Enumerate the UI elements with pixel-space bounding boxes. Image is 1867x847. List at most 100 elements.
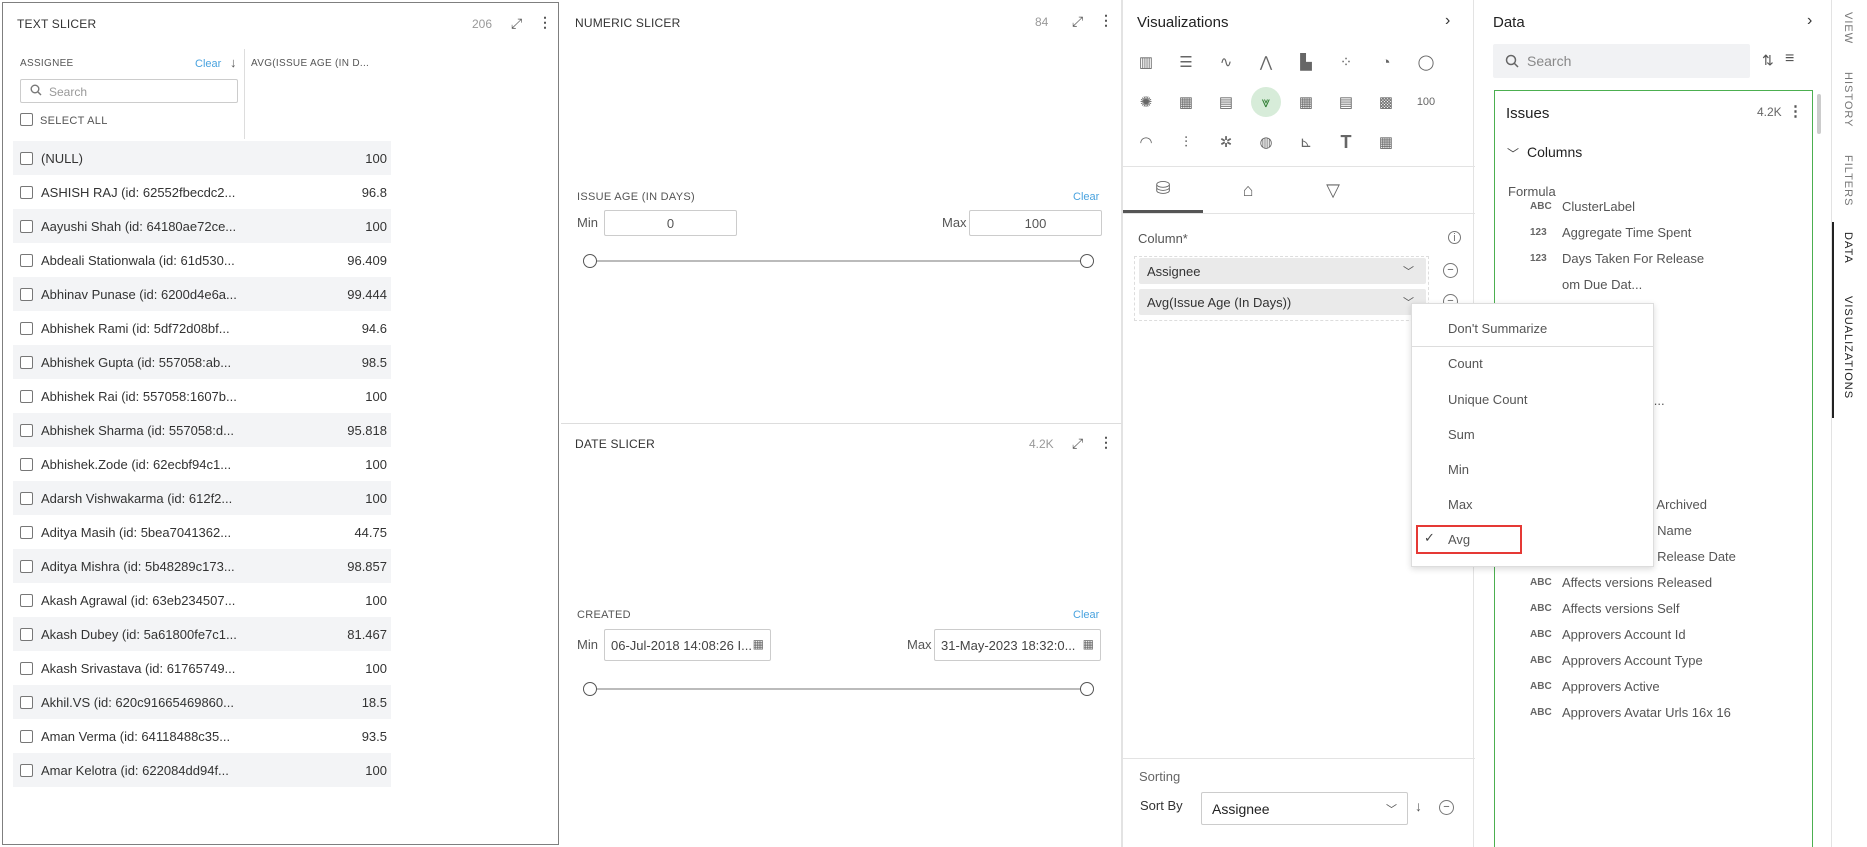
donut-chart-icon[interactable]: ◯: [1411, 47, 1441, 77]
row-checkbox[interactable]: [20, 185, 33, 199]
column-chart-icon[interactable]: ▥: [1131, 47, 1161, 77]
max-value-input[interactable]: 100: [969, 210, 1102, 236]
list-item[interactable]: Aditya Mishra (id: 5b48289c173... 98.857: [13, 549, 391, 583]
tab-view[interactable]: VIEW: [1842, 12, 1854, 44]
collapse-chevron-icon[interactable]: ›: [1445, 12, 1450, 30]
row-checkbox[interactable]: [20, 525, 33, 539]
list-item[interactable]: Akash Agrawal (id: 63eb234507... 100: [13, 583, 391, 617]
list-item[interactable]: Abhinav Punase (id: 6200d4e6a... 99.444: [13, 277, 391, 311]
date-min-input[interactable]: 06-Jul-2018 14:08:26 I... ▦: [604, 629, 771, 661]
tab-visualizations[interactable]: VISUALIZATIONS: [1842, 296, 1854, 399]
list-item[interactable]: Akhil.VS (id: 620c91665469860... 18.5: [13, 685, 391, 719]
scrollbar-thumb[interactable]: [1817, 94, 1821, 134]
matrix-icon[interactable]: ▩: [1371, 87, 1401, 117]
menu-item-count[interactable]: Count: [1412, 348, 1653, 378]
tab-data[interactable]: DATA: [1842, 232, 1854, 264]
row-checkbox[interactable]: [20, 729, 33, 743]
columns-section-label[interactable]: Columns: [1527, 144, 1582, 160]
radar-chart-icon[interactable]: ✺: [1131, 87, 1161, 117]
collapse-chevron-icon[interactable]: ›: [1807, 12, 1812, 30]
list-item[interactable]: Aditya Masih (id: 5bea7041362... 44.75: [13, 515, 391, 549]
row-checkbox[interactable]: [20, 763, 33, 777]
area-chart-icon[interactable]: ⋀: [1251, 47, 1281, 77]
field-item[interactable]: ABC Approvers Avatar Urls 16x 16: [1530, 697, 1731, 727]
sort-down-icon[interactable]: ↓: [230, 55, 237, 70]
list-item[interactable]: Abhishek.Zode (id: 62ecbf94c1... 100: [13, 447, 391, 481]
row-checkbox[interactable]: [20, 627, 33, 641]
row-checkbox[interactable]: [20, 423, 33, 437]
list-item[interactable]: Abdeali Stationwala (id: 61d530... 96.409: [13, 243, 391, 277]
row-checkbox[interactable]: [20, 321, 33, 335]
data-search-input[interactable]: Search: [1493, 44, 1750, 78]
pie-chart-icon[interactable]: ◔: [1371, 47, 1401, 77]
list-item[interactable]: ASHISH RAJ (id: 62552fbecdc2... 96.8: [13, 175, 391, 209]
menu-item-sum[interactable]: Sum: [1412, 419, 1653, 449]
calendar-icon[interactable]: ▦: [1083, 637, 1094, 651]
row-checkbox[interactable]: [20, 151, 33, 165]
network-icon[interactable]: ✲: [1211, 127, 1241, 157]
remove-column-icon[interactable]: −: [1443, 263, 1458, 278]
menu-item-max[interactable]: Max: [1412, 489, 1653, 519]
number-kpi-icon[interactable]: 100: [1411, 87, 1441, 117]
row-checkbox[interactable]: [20, 355, 33, 369]
slicer-icon[interactable]: ⩔: [1251, 87, 1281, 117]
calendar-icon[interactable]: ▦: [1371, 127, 1401, 157]
chevron-down-icon[interactable]: ﹀: [1403, 263, 1414, 279]
list-item[interactable]: Adarsh Vishwakarma (id: 612f2... 100: [13, 481, 391, 515]
date-max-input[interactable]: 31-May-2023 18:32:0... ▦: [934, 629, 1101, 661]
min-value-input[interactable]: 0: [604, 210, 737, 236]
row-checkbox[interactable]: [20, 219, 33, 233]
text-slicer-clear-link[interactable]: Clear: [195, 58, 221, 70]
waterfall-icon[interactable]: ⊾: [1291, 127, 1321, 157]
range-slider-max-handle[interactable]: [1080, 254, 1094, 268]
menu-item-unique-count[interactable]: Unique Count: [1412, 384, 1653, 414]
expand-icon[interactable]: ⤢: [1072, 13, 1083, 30]
row-checkbox[interactable]: [20, 491, 33, 505]
expand-icon[interactable]: ⤢: [1072, 435, 1083, 452]
gauge-icon[interactable]: ◠: [1131, 127, 1161, 157]
row-checkbox[interactable]: [20, 287, 33, 301]
more-options-icon[interactable]: ⋮: [538, 14, 552, 31]
sort-fields-icon[interactable]: ⇅: [1762, 52, 1774, 69]
tab-format[interactable]: ⌂: [1208, 167, 1288, 213]
list-item[interactable]: Abhishek Rai (id: 557058:1607b... 100: [13, 379, 391, 413]
list-item[interactable]: Abhishek Sharma (id: 557058:d... 95.818: [13, 413, 391, 447]
calendar-icon[interactable]: ▦: [753, 637, 764, 651]
range-slider-min-handle[interactable]: [583, 254, 597, 268]
menu-item-dont-summarize[interactable]: Don't Summarize: [1412, 313, 1653, 343]
tab-data-fields[interactable]: ⛁: [1123, 167, 1203, 213]
scatter-chart-icon[interactable]: ⁘: [1331, 47, 1361, 77]
row-checkbox[interactable]: [20, 593, 33, 607]
treemap-icon[interactable]: ▦: [1171, 87, 1201, 117]
date-slider-max-handle[interactable]: [1080, 682, 1094, 696]
remove-sort-icon[interactable]: −: [1439, 800, 1454, 815]
row-checkbox[interactable]: [20, 661, 33, 675]
chevron-down-icon[interactable]: ﹀: [1507, 145, 1519, 162]
list-item[interactable]: Aman Verma (id: 64118488c35... 93.5: [13, 719, 391, 753]
sort-by-select[interactable]: Assignee ﹀: [1201, 792, 1408, 825]
expand-icon[interactable]: ⤢: [511, 15, 522, 32]
info-icon[interactable]: i: [1448, 231, 1461, 244]
row-checkbox[interactable]: [20, 695, 33, 709]
list-item[interactable]: Abhishek Rami (id: 5df72d08bf... 94.6: [13, 311, 391, 345]
bar-chart-icon[interactable]: ☰: [1171, 47, 1201, 77]
funnel-icon[interactable]: ⫶: [1171, 127, 1201, 157]
list-item[interactable]: (NULL) 100: [13, 141, 391, 175]
sort-direction-icon[interactable]: ↓: [1415, 798, 1422, 814]
card-icon[interactable]: ▤: [1211, 87, 1241, 117]
pivot-table-icon[interactable]: ▤: [1331, 87, 1361, 117]
list-item[interactable]: Akash Dubey (id: 5a61800fe7c1... 81.467: [13, 617, 391, 651]
list-item[interactable]: Akash Srivastava (id: 61765749... 100: [13, 651, 391, 685]
row-checkbox[interactable]: [20, 559, 33, 573]
row-checkbox[interactable]: [20, 389, 33, 403]
list-item[interactable]: Aayushi Shah (id: 64180ae72ce... 100: [13, 209, 391, 243]
more-options-icon[interactable]: ⋮: [1099, 434, 1113, 451]
combo-chart-icon[interactable]: ▙: [1291, 47, 1321, 77]
table-icon[interactable]: ▦: [1291, 87, 1321, 117]
date-slider-min-handle[interactable]: [583, 682, 597, 696]
more-options-icon[interactable]: ⋮: [1788, 102, 1803, 120]
tab-history[interactable]: HISTORY: [1842, 72, 1854, 128]
menu-item-min[interactable]: Min: [1412, 454, 1653, 484]
row-checkbox[interactable]: [20, 253, 33, 267]
column-field-assignee[interactable]: Assignee ﹀: [1139, 258, 1426, 284]
